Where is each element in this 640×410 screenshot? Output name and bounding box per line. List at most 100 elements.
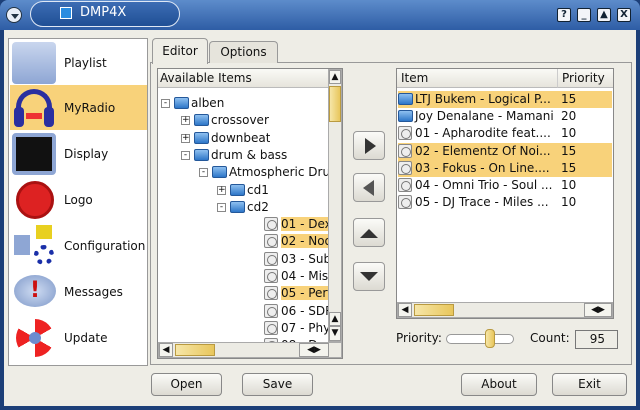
count-value: 95 <box>575 330 618 349</box>
tree-horizontal-scrollbar[interactable]: ◀ ◀▶ <box>158 342 342 358</box>
remove-item-button[interactable] <box>353 173 385 202</box>
help-button[interactable]: ? <box>557 8 571 22</box>
sidebar-item-label: Configuration <box>64 238 146 253</box>
sidebar-item-label: Update <box>64 330 108 345</box>
app-icon <box>60 7 72 19</box>
tree-item-label: 05 - Perfe <box>281 286 328 301</box>
audio-file-icon <box>264 217 278 232</box>
sidebar-item-configuration[interactable]: Configuration <box>10 223 147 268</box>
sidebar-item-playlist[interactable]: Playlist <box>10 40 147 85</box>
tree-item[interactable]: 05 - Perfe <box>264 285 328 302</box>
sidebar-item-label: Messages <box>64 284 123 299</box>
maximize-button[interactable]: ▲ <box>597 8 611 22</box>
playlist-table[interactable]: Item Priority LTJ Bukem - Logical P... 15… <box>396 68 614 319</box>
tab-options[interactable]: Options <box>209 41 278 63</box>
window-menu-button[interactable] <box>6 7 22 23</box>
tree-item[interactable]: drum & bass <box>194 147 287 164</box>
tree-item[interactable]: 04 - Miste <box>264 268 328 285</box>
item-cell: Joy Denalane - Mamani <box>415 109 554 124</box>
tree-item-label: cd2 <box>247 199 269 214</box>
arrow-down-icon <box>360 271 378 290</box>
tree-item[interactable]: 02 - Nook <box>264 233 328 250</box>
table-row[interactable]: 02 - Elementz Of Noi... 15 <box>398 142 612 160</box>
folder-icon <box>194 114 209 127</box>
window-title: DMP4X <box>80 5 127 20</box>
sidebar-item-label: MyRadio <box>64 100 116 115</box>
tree-item-label: 04 - Miste <box>281 269 328 283</box>
tree-item[interactable]: cd2 <box>230 199 269 216</box>
table-row[interactable]: 05 - DJ Trace - Miles ... 10 <box>398 194 612 211</box>
scroll-down-icon[interactable]: ▼ <box>329 326 341 341</box>
column-header-priority[interactable]: Priority <box>557 69 613 88</box>
collapse-icon[interactable]: - <box>217 202 226 212</box>
audio-file-icon <box>398 126 412 141</box>
sidebar-item-myradio[interactable]: MyRadio <box>10 85 147 130</box>
sidebar-item-logo[interactable]: Logo <box>10 177 147 222</box>
priority-label: Priority: <box>396 331 442 345</box>
audio-file-icon <box>264 303 278 318</box>
move-up-button[interactable] <box>353 218 385 247</box>
scroll-thumb[interactable] <box>414 304 454 316</box>
table-row[interactable]: LTJ Bukem - Logical P... 15 <box>398 91 612 108</box>
folder-icon <box>174 97 189 109</box>
collapse-icon[interactable]: - <box>199 168 208 178</box>
scroll-up-icon[interactable]: ▲ <box>329 70 341 84</box>
close-button[interactable]: X <box>617 8 631 22</box>
table-row[interactable]: 01 - Apharodite feat.... 10 <box>398 125 612 142</box>
messages-icon: ! <box>12 271 56 313</box>
audio-file-icon <box>264 269 278 283</box>
folder-icon <box>194 148 209 161</box>
arrow-right-icon <box>364 137 384 154</box>
priority-slider[interactable] <box>446 329 514 348</box>
scroll-left-right-icon[interactable]: ◀▶ <box>584 303 612 317</box>
collapse-icon[interactable]: - <box>161 99 170 108</box>
sidebar-item-messages[interactable]: ! Messages <box>10 269 147 314</box>
tree-item[interactable]: downbeat <box>194 130 270 147</box>
tree-item-label: alben <box>191 96 225 110</box>
scroll-thumb[interactable] <box>329 86 341 122</box>
save-button[interactable]: Save <box>242 373 313 396</box>
tree-item[interactable]: crossover <box>194 112 269 129</box>
move-down-button[interactable] <box>353 262 385 291</box>
scroll-left-icon[interactable]: ◀ <box>398 303 412 317</box>
tree-item[interactable]: 01 - Dextr <box>264 216 328 233</box>
tree-item[interactable]: alben <box>174 95 224 112</box>
add-item-button[interactable] <box>353 131 385 160</box>
table-row[interactable]: 04 - Omni Trio - Soul ... 10 <box>398 177 612 194</box>
slider-thumb[interactable] <box>484 329 495 348</box>
expand-icon[interactable]: + <box>181 133 190 143</box>
tree-item[interactable]: Atmospheric Dru <box>212 164 328 181</box>
list-horizontal-scrollbar[interactable]: ◀ ◀▶ <box>397 302 613 318</box>
item-cell: 01 - Apharodite feat.... <box>415 126 551 141</box>
minimize-button[interactable]: _ <box>577 8 591 22</box>
logo-icon <box>12 179 56 221</box>
collapse-icon[interactable]: - <box>181 150 190 160</box>
table-row[interactable]: 03 - Fokus - On Line.... 15 <box>398 159 612 177</box>
item-cell: 05 - DJ Trace - Miles ... <box>415 195 549 210</box>
open-button[interactable]: Open <box>151 373 222 396</box>
column-header-item[interactable]: Item <box>397 69 557 88</box>
tree-vertical-scrollbar[interactable]: ▲ ▲ ▼ <box>328 69 342 342</box>
sidebar-item-display[interactable]: Display <box>10 131 147 176</box>
tree-item-label: crossover <box>211 113 269 128</box>
sidebar-item-update[interactable]: Update <box>10 315 147 360</box>
table-row[interactable]: Joy Denalane - Mamani 20 <box>398 108 612 125</box>
tree-item-label: 01 - Dextr <box>281 217 328 232</box>
tab-editor[interactable]: Editor <box>152 38 208 64</box>
tree-item[interactable]: 03 - Subje <box>264 251 328 268</box>
tree-item[interactable]: 06 - SDR 8 <box>264 303 328 320</box>
tree-item[interactable]: 07 - Phyzi <box>264 320 328 337</box>
audio-file-icon <box>398 143 412 158</box>
folder-icon <box>230 183 245 196</box>
tree-item-label: cd1 <box>247 182 269 197</box>
scroll-left-icon[interactable]: ◀ <box>159 343 173 357</box>
tree-item[interactable]: cd1 <box>230 182 269 199</box>
scroll-up-icon[interactable]: ▲ <box>329 312 341 326</box>
available-items-tree[interactable]: Available Items - alben + crossover + downbea… <box>157 68 343 359</box>
about-button[interactable]: About <box>461 373 537 396</box>
exit-button[interactable]: Exit <box>552 373 627 396</box>
scroll-left-right-icon[interactable]: ◀▶ <box>299 343 329 357</box>
expand-icon[interactable]: + <box>217 185 226 195</box>
scroll-thumb[interactable] <box>175 344 215 356</box>
expand-icon[interactable]: + <box>181 116 190 126</box>
